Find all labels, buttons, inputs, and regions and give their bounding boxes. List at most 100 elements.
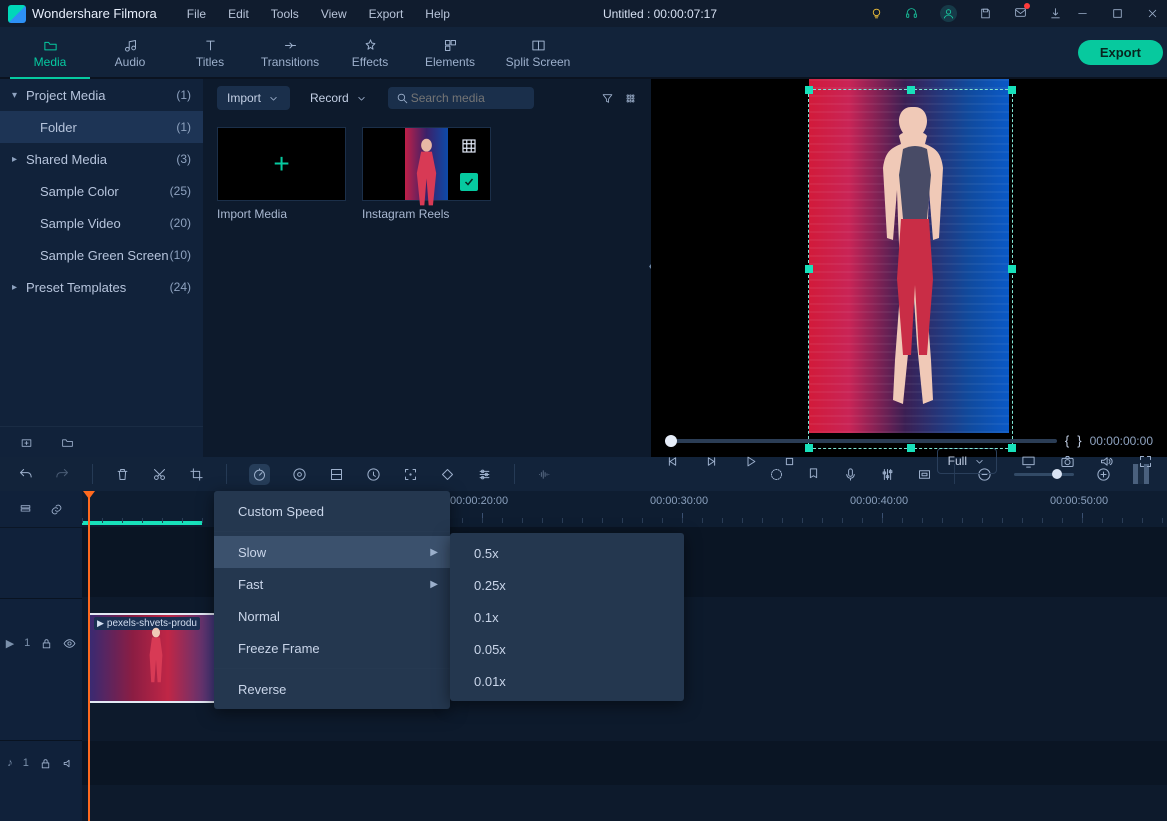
import-dropdown[interactable]: Import (217, 86, 290, 110)
new-folder-plus-icon[interactable] (20, 436, 33, 449)
cat-elements[interactable]: Elements (410, 29, 490, 77)
cut-icon[interactable] (152, 467, 167, 482)
display-icon[interactable] (1021, 454, 1036, 469)
slow-001x[interactable]: 0.01x (450, 665, 684, 697)
new-folder-icon[interactable] (61, 436, 74, 449)
bracket-close[interactable]: } (1077, 433, 1081, 448)
zoom-slider[interactable] (1014, 473, 1074, 476)
filter-icon[interactable] (601, 92, 614, 105)
account-icon[interactable] (940, 5, 957, 22)
slow-025x[interactable]: 0.25x (450, 569, 684, 601)
preview-scrubber[interactable] (665, 439, 1057, 443)
save-icon[interactable] (979, 7, 992, 20)
bracket-open[interactable]: { (1065, 433, 1069, 448)
color-icon[interactable] (292, 467, 307, 482)
menu-edit[interactable]: Edit (228, 7, 249, 21)
speaker-icon[interactable] (62, 757, 75, 770)
window-close-icon[interactable] (1146, 7, 1159, 20)
redo-icon[interactable] (55, 467, 70, 482)
cat-effects[interactable]: Effects (330, 29, 410, 77)
headset-icon[interactable] (905, 7, 918, 20)
menu-view[interactable]: View (321, 7, 347, 21)
fit-dropdown[interactable]: Full (937, 448, 997, 474)
tree-project-media[interactable]: ▾Project Media(1) (0, 79, 203, 111)
stop-icon[interactable] (782, 454, 797, 469)
cat-titles[interactable]: Titles (170, 29, 250, 77)
tree-sample-video[interactable]: Sample Video(20) (0, 207, 203, 239)
timeline-clip[interactable]: ▶pexels-shvets-produ (88, 613, 234, 703)
audio-wave-icon[interactable] (537, 467, 552, 482)
delete-icon[interactable] (115, 467, 130, 482)
speed-custom[interactable]: Custom Speed (214, 495, 450, 527)
slow-01x[interactable]: 0.1x (450, 601, 684, 633)
fullscreen-icon[interactable] (1138, 454, 1153, 469)
media-clip-tile[interactable]: Instagram Reels (362, 127, 489, 221)
window-maximize-icon[interactable] (1111, 7, 1124, 20)
tree-preset-templates[interactable]: ▸Preset Templates(24) (0, 271, 203, 303)
chevron-down-icon (973, 455, 986, 468)
grid-view-icon[interactable] (624, 92, 637, 105)
cat-media[interactable]: Media (10, 29, 90, 79)
play-icon[interactable] (743, 454, 758, 469)
tree-folder[interactable]: Folder(1) (0, 111, 203, 143)
adjust-icon[interactable] (477, 467, 492, 482)
crop-icon[interactable] (189, 467, 204, 482)
next-frame-icon[interactable] (704, 454, 719, 469)
lock-icon[interactable] (40, 637, 53, 650)
download-icon[interactable] (1049, 7, 1062, 20)
cat-audio[interactable]: Audio (90, 29, 170, 77)
chevron-right-icon: ▶ (430, 547, 438, 558)
record-dropdown[interactable]: Record (300, 86, 378, 110)
film-icon (460, 137, 478, 155)
playhead[interactable] (88, 491, 90, 821)
idea-icon[interactable] (870, 7, 883, 20)
messages-icon[interactable] (1014, 6, 1027, 22)
green-screen-icon[interactable] (329, 467, 344, 482)
slow-05x[interactable]: 0.5x (450, 537, 684, 569)
tree-sample-green[interactable]: Sample Green Screen(10) (0, 239, 203, 271)
menu-tools[interactable]: Tools (271, 7, 299, 21)
speed-normal[interactable]: Normal (214, 600, 450, 632)
export-button[interactable]: Export (1078, 40, 1163, 65)
window-minimize-icon[interactable] (1076, 7, 1089, 20)
prev-frame-icon[interactable] (665, 454, 680, 469)
search-input[interactable] (409, 90, 518, 106)
eye-icon[interactable] (63, 637, 76, 650)
cat-transitions[interactable]: Transitions (250, 29, 330, 77)
video-track-header[interactable]: ▶1 (0, 598, 82, 687)
speed-freeze[interactable]: Freeze Frame (214, 632, 450, 664)
preview-panel: { } 00:00:00:00 Full (651, 79, 1167, 457)
menu-help[interactable]: Help (425, 7, 450, 21)
tl-link-icon[interactable] (50, 503, 63, 516)
speed-reverse[interactable]: Reverse (214, 673, 450, 705)
speed-fast[interactable]: Fast▶ (214, 568, 450, 600)
slow-005x[interactable]: 0.05x (450, 633, 684, 665)
search-icon (396, 92, 409, 105)
audio-track-icon: ♪ (7, 757, 13, 769)
search-media[interactable] (388, 87, 534, 109)
plus-icon: + (273, 148, 289, 180)
tl-tracks-icon[interactable] (19, 503, 32, 516)
chevron-down-icon (267, 92, 280, 105)
import-media-tile[interactable]: + Import Media (217, 127, 344, 221)
audio-track-header[interactable]: ♪1 (0, 740, 82, 785)
thumb-label: Import Media (217, 207, 344, 221)
audio-track[interactable] (82, 741, 1167, 785)
lock-icon[interactable] (39, 757, 52, 770)
snapshot-icon[interactable] (1060, 454, 1075, 469)
tree-sample-color[interactable]: Sample Color(25) (0, 175, 203, 207)
app-logo (8, 5, 26, 23)
menu-export[interactable]: Export (369, 7, 404, 21)
menu-file[interactable]: File (187, 7, 206, 21)
speed-slow[interactable]: Slow▶ (214, 536, 450, 568)
focus-icon[interactable] (403, 467, 418, 482)
tree-shared-media[interactable]: ▸Shared Media(3) (0, 143, 203, 175)
undo-icon[interactable] (18, 467, 33, 482)
speed-button[interactable] (249, 464, 270, 485)
keyframe-icon[interactable] (440, 467, 455, 482)
volume-icon[interactable] (1099, 454, 1114, 469)
chevron-down-icon (355, 92, 368, 105)
chevron-right-icon: ▶ (430, 579, 438, 590)
duration-icon[interactable] (366, 467, 381, 482)
cat-splitscreen[interactable]: Split Screen (490, 29, 586, 77)
